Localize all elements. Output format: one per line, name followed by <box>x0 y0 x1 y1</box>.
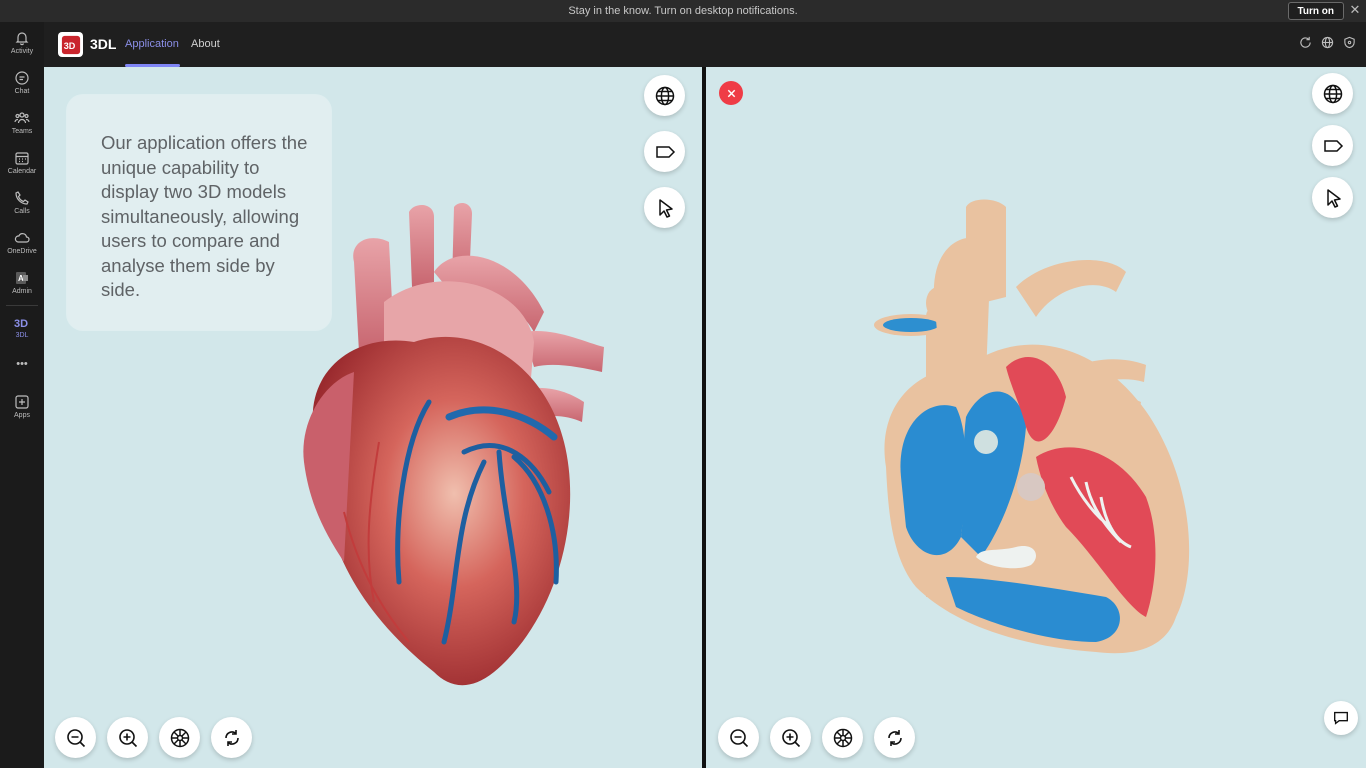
zoom-out-icon <box>729 728 748 747</box>
close-icon <box>727 89 735 97</box>
label-tag-icon <box>1323 139 1343 152</box>
rail-item-chat[interactable]: Chat <box>0 68 44 104</box>
select-tool-button[interactable] <box>1312 177 1353 218</box>
cursor-icon <box>658 198 673 218</box>
rail-label: OneDrive <box>7 248 37 255</box>
close-model-button[interactable] <box>719 81 743 105</box>
globe-icon <box>655 86 674 105</box>
globe-view-button[interactable] <box>1312 73 1353 114</box>
rotate-icon <box>887 729 902 746</box>
3dl-logo-icon: 3D <box>61 35 80 54</box>
rail-item-teams[interactable]: Teams <box>0 108 44 144</box>
rail-item-onedrive[interactable]: OneDrive <box>0 228 44 264</box>
select-tool-button[interactable] <box>644 187 685 228</box>
admin-icon: A <box>16 272 28 284</box>
rotate-button[interactable] <box>874 717 915 758</box>
logo-text: 3D <box>63 41 75 51</box>
notification-text: Stay in the know. Turn on desktop notifi… <box>568 5 798 17</box>
feedback-chat-button[interactable] <box>1324 701 1358 735</box>
label-tag-icon <box>655 145 675 158</box>
header-actions <box>1299 36 1356 49</box>
explode-view-button[interactable] <box>159 717 200 758</box>
rotate-icon <box>224 729 239 746</box>
zoom-in-button[interactable] <box>107 717 148 758</box>
zoom-out-button[interactable] <box>718 717 759 758</box>
turn-on-button[interactable]: Turn on <box>1287 2 1344 20</box>
shield-icon[interactable] <box>1343 36 1356 49</box>
heart-cross-section-model[interactable] <box>856 197 1206 657</box>
rail-divider <box>6 305 38 306</box>
rail-label: Calls <box>14 208 30 215</box>
zoom-out-icon <box>66 728 85 747</box>
3dl-app-icon: 3D <box>14 318 28 330</box>
rail-item-3dl[interactable]: 3D 3DL <box>0 312 44 348</box>
label-toggle-button[interactable] <box>644 131 685 172</box>
calendar-icon <box>15 152 29 165</box>
rail-label: Activity <box>10 48 34 55</box>
rail-label: Apps <box>14 412 30 419</box>
rail-item-activity[interactable]: Activity <box>0 28 44 64</box>
zoom-in-button[interactable] <box>770 717 811 758</box>
app-name: 3DL <box>90 36 117 52</box>
rail-label: Teams <box>11 128 33 135</box>
app-logo: 3D <box>58 32 83 57</box>
phone-icon <box>15 191 29 205</box>
rail-item-apps[interactable]: Apps <box>0 392 44 428</box>
app-rail: Activity Chat Teams Calendar Calls OneDr… <box>0 22 44 768</box>
notification-bar: Stay in the know. Turn on desktop notifi… <box>0 0 1366 22</box>
add-apps-icon <box>15 395 29 409</box>
right-model-viewport[interactable] <box>706 67 1366 768</box>
rail-label: Calendar <box>7 168 37 175</box>
zoom-in-icon <box>781 728 800 747</box>
left-model-viewport[interactable]: Our application offers the unique capabi… <box>44 67 702 768</box>
tab-about[interactable]: About <box>191 38 220 50</box>
rail-label: 3DL <box>15 332 29 339</box>
rail-item-calendar[interactable]: Calendar <box>0 148 44 184</box>
globe-icon[interactable] <box>1321 36 1334 49</box>
rail-item-admin[interactable]: A Admin <box>0 268 44 304</box>
wheel-icon <box>170 728 189 747</box>
label-toggle-button[interactable] <box>1312 125 1353 166</box>
tab-application[interactable]: Application <box>125 38 179 50</box>
zoom-in-icon <box>118 728 137 747</box>
explode-view-button[interactable] <box>822 717 863 758</box>
cloud-icon <box>14 233 30 243</box>
app-header: 3D 3DL Application About <box>44 22 1366 67</box>
svg-text:3D: 3D <box>14 318 28 330</box>
refresh-icon[interactable] <box>1299 36 1312 49</box>
rail-item-calls[interactable]: Calls <box>0 188 44 224</box>
cursor-icon <box>1326 188 1341 208</box>
rail-label: Admin <box>12 288 32 295</box>
zoom-out-button[interactable] <box>55 717 96 758</box>
bell-icon <box>15 32 29 46</box>
teams-icon <box>14 112 30 124</box>
rotate-button[interactable] <box>211 717 252 758</box>
close-icon[interactable]: ✕ <box>1348 3 1362 17</box>
more-apps-button[interactable]: ••• <box>0 358 44 374</box>
rail-label: Chat <box>14 88 30 95</box>
globe-view-button[interactable] <box>644 75 685 116</box>
chat-icon <box>15 71 29 85</box>
globe-icon <box>1323 84 1342 103</box>
chat-bubble-icon <box>1334 711 1348 725</box>
wheel-icon <box>833 728 852 747</box>
heart-3d-model[interactable] <box>284 202 624 692</box>
